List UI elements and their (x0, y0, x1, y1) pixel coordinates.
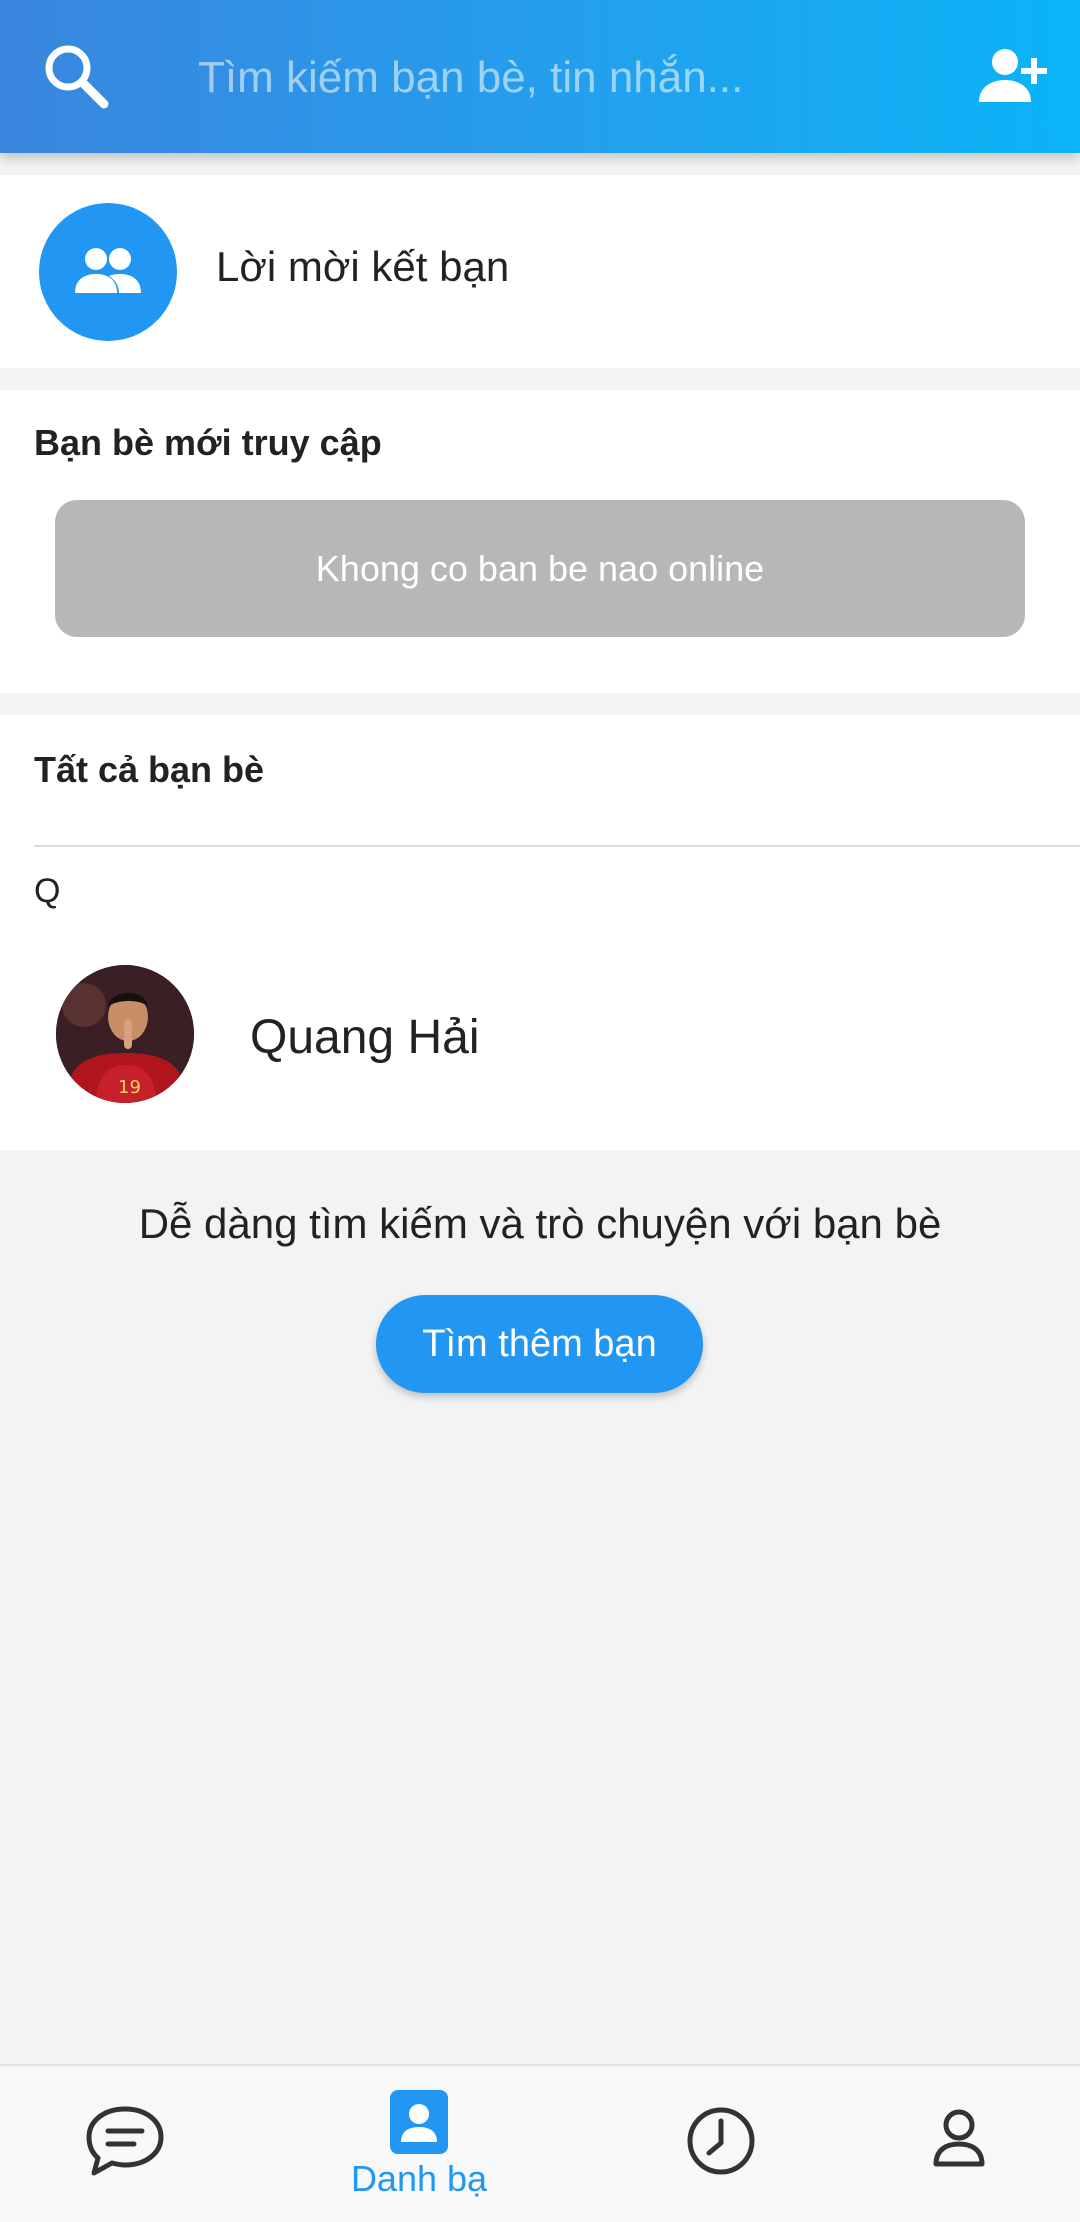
people-icon (75, 248, 141, 293)
recent-online-section: Bạn bè mới truy cập Khong co ban be nao … (0, 390, 1080, 693)
clock-icon (687, 2107, 755, 2175)
search-input[interactable] (198, 40, 938, 116)
find-more-friends-button[interactable]: Tìm thêm bạn (376, 1295, 703, 1393)
divider (34, 845, 1080, 847)
all-friends-section: Tất cả bạn bè Q 19 Quang Hải (0, 715, 1080, 1150)
friend-requests-row[interactable]: Lời mời kết bạn (0, 175, 1080, 368)
bottom-navigation: Danh bạ (0, 2064, 1080, 2222)
friend-requests-avatar (39, 203, 177, 341)
friend-list-item[interactable]: 19 Quang Hải (0, 965, 1080, 1135)
search-icon (45, 45, 109, 109)
nav-contacts-label: Danh bạ (350, 2158, 488, 2199)
add-friend-button[interactable] (975, 40, 1055, 116)
recent-online-title: Bạn bè mới truy cập (34, 422, 382, 463)
chat-icon (86, 2106, 164, 2176)
avatar: 19 (56, 965, 194, 1103)
user-icon (933, 2109, 985, 2167)
nav-contacts[interactable]: Danh bạ (284, 2066, 554, 2222)
friend-name: Quang Hải (250, 1011, 480, 1064)
all-friends-title: Tất cả bạn bè (34, 749, 265, 790)
friend-requests-label: Lời mời kết bạn (216, 243, 510, 290)
nav-timeline[interactable] (586, 2066, 856, 2222)
top-app-bar (0, 0, 1080, 153)
alphabet-header: Q (34, 872, 61, 910)
svg-text:19: 19 (118, 1077, 141, 1098)
find-friends-hint: Dễ dàng tìm kiếm và trò chuyện với bạn b… (138, 1200, 942, 1247)
no-online-friends-message: Khong co ban be nao online (55, 500, 1025, 637)
nav-messages[interactable] (0, 2066, 270, 2222)
avatar-photo: 19 (56, 965, 194, 1103)
search-button[interactable] (38, 38, 114, 114)
add-friend-icon (979, 49, 1047, 102)
nav-profile[interactable] (866, 2066, 1080, 2222)
contacts-icon (390, 2090, 448, 2154)
